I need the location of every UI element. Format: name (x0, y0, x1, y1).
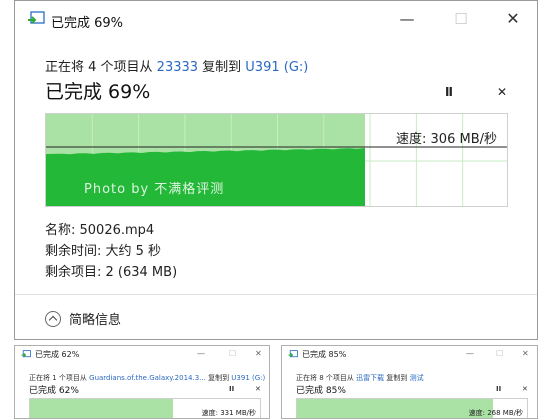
fewer-details-toggle[interactable]: 简略信息 (45, 309, 121, 328)
file-name-row: 名称: 50026.mp4 (45, 223, 155, 238)
title-bar: 已完成 69% — ☐ ✕ (15, 1, 537, 37)
thumb-speed-graph: 速度: 268 MB/秒 (296, 398, 528, 418)
thumb-headline: 已完成 62% (29, 386, 79, 396)
chevron-up-icon (45, 311, 61, 327)
fewer-details-label: 简略信息 (69, 313, 122, 328)
thumb-maximize-button[interactable]: ☐ (496, 349, 503, 358)
time-remaining-row: 剩余时间: 大约 5 秒 (45, 244, 162, 259)
thumb-close-button[interactable]: ✕ (255, 349, 262, 358)
items-remaining-row: 剩余项目: 2 (634 MB) (45, 265, 178, 280)
maximize-button[interactable]: ☐ (443, 7, 479, 31)
close-button[interactable]: ✕ (495, 7, 531, 31)
source-link[interactable]: 23333 (157, 60, 198, 75)
thumb-pause-button[interactable]: II (496, 385, 501, 393)
thumb-title: 已完成 85% (302, 350, 347, 359)
thumb-speed-label: 速度: 331 MB/秒 (201, 409, 256, 417)
thumb-pause-button[interactable]: II (229, 385, 234, 393)
pause-button[interactable]: II (445, 85, 453, 99)
thumb-minimize-button[interactable]: — (466, 349, 474, 358)
thumb-copy-mid: 复制到 (384, 374, 410, 382)
thumb-copy-description: 正在将 8 个项目从 迅雷下载 复制到 测试 (296, 373, 424, 383)
copy-prefix: 正在将 4 个项目从 (45, 60, 157, 75)
copy-description: 正在将 4 个项目从 23333 复制到 U391 (G:) (45, 56, 308, 75)
copy-mid: 复制到 (198, 60, 246, 75)
thumb-minimize-button[interactable]: — (197, 349, 205, 358)
thumb-source-link[interactable]: Guardians.of.the.Galaxy.2014.3... (89, 374, 206, 382)
window-title: 已完成 69% (51, 16, 124, 31)
thumb-copy-mid: 复制到 (205, 374, 232, 382)
destination-link[interactable]: U391 (G:) (245, 60, 308, 75)
thumb-close-button[interactable]: ✕ (522, 349, 529, 358)
thumb-progress-fill (30, 399, 173, 418)
thumb-maximize-button[interactable]: ☐ (229, 349, 236, 358)
footer-divider (15, 294, 537, 295)
thumb-destination-link[interactable]: U391 (G:) (231, 374, 265, 382)
speed-label: 速度: 306 MB/秒 (396, 132, 497, 147)
file-copy-icon (28, 11, 45, 24)
thumb-copy-prefix: 正在将 1 个项目从 (29, 374, 90, 382)
watermark: Photo by 不满格评测 (84, 182, 225, 197)
thumb-cancel-button[interactable]: ✕ (255, 385, 261, 393)
thumb-destination-link[interactable]: 测试 (410, 374, 424, 382)
file-copy-icon (288, 350, 298, 358)
thumb-source-link[interactable]: 迅雷下载 (356, 374, 384, 382)
thumb-speed-graph: 速度: 331 MB/秒 (29, 398, 261, 418)
speed-graph: 速度: 306 MB/秒 Photo by 不满格评测 (45, 113, 508, 207)
thumb-progress-fill (297, 399, 493, 418)
thumb-headline: 已完成 85% (296, 386, 346, 396)
progress-headline: 已完成 69% (45, 81, 151, 103)
thumbnail-dialog-1: 已完成 62% — ☐ ✕ 正在将 1 个项目从 Guardians.of.th… (14, 345, 270, 419)
thumbnail-dialog-2: 已完成 85% — ☐ ✕ 正在将 8 个项目从 迅雷下载 复制到 测试 已完成… (281, 345, 538, 419)
copy-progress-dialog: 已完成 69% — ☐ ✕ 正在将 4 个项目从 23333 复制到 U391 … (14, 0, 538, 340)
cancel-button[interactable]: ✕ (497, 85, 507, 99)
thumb-copy-prefix: 正在将 8 个项目从 (296, 374, 357, 382)
thumb-speed-label: 速度: 268 MB/秒 (468, 409, 523, 417)
file-copy-icon (21, 350, 31, 358)
thumb-cancel-button[interactable]: ✕ (522, 385, 528, 393)
thumb-copy-description: 正在将 1 个项目从 Guardians.of.the.Galaxy.2014.… (29, 373, 265, 383)
thumb-title: 已完成 62% (35, 350, 80, 359)
minimize-button[interactable]: — (389, 7, 425, 31)
